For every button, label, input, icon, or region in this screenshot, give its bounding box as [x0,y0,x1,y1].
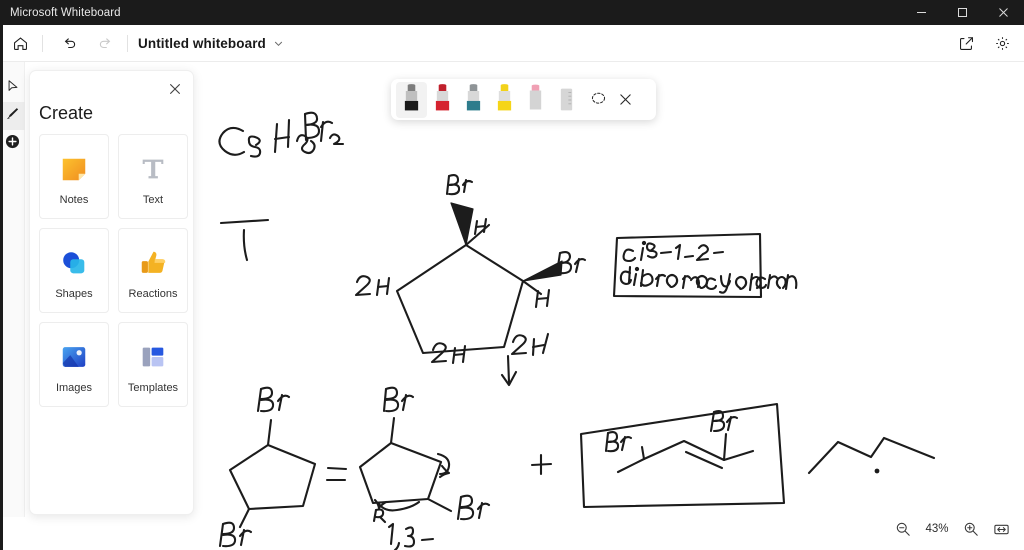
select-tool-button[interactable] [0,74,25,102]
zoom-out-icon[interactable] [888,515,918,543]
gear-icon[interactable] [986,27,1018,59]
close-icon[interactable] [165,79,185,99]
pen-tool-button[interactable] [0,102,25,130]
window-left-edge [0,25,3,550]
create-card-label: Templates [127,382,179,394]
close-icon[interactable] [612,86,639,113]
pen-icon [5,106,20,126]
create-card-shapes[interactable]: Shapes [39,228,109,313]
pen-toolbar [391,79,656,120]
create-card-notes[interactable]: Notes [39,134,109,219]
sticky-note-icon [59,147,89,191]
share-icon[interactable] [950,27,982,59]
close-button[interactable] [983,0,1024,25]
main-toolbar: Untitled whiteboard [0,25,1024,62]
tool-rail [0,62,25,517]
text-T-icon [138,147,168,191]
teal-pen-button[interactable] [458,82,489,118]
whiteboard-app: Microsoft Whiteboard Untitled whiteboard… [0,0,1024,550]
image-icon [59,335,89,379]
red-pen-button[interactable] [427,82,458,118]
toolbar-right-group [946,27,1018,59]
undo-icon[interactable] [53,27,85,59]
add-tool-button[interactable] [0,130,25,158]
plus-circle-icon [5,134,20,154]
create-card-grid: Notes Text Shapes Reactions Images Templ… [30,134,193,407]
create-panel: Create Notes Text Shapes Reactions Image… [29,70,194,515]
create-card-reactions[interactable]: Reactions [118,228,188,313]
create-card-label: Images [55,382,93,394]
zoom-percentage[interactable]: 43% [918,523,956,535]
create-card-text[interactable]: Text [118,134,188,219]
templates-icon [138,335,168,379]
title-bar: Microsoft Whiteboard [0,0,1024,25]
window-controls [901,0,1024,25]
shapes-icon [59,241,89,285]
zoom-in-icon[interactable] [956,515,986,543]
eraser-button[interactable] [520,82,551,118]
app-title: Microsoft Whiteboard [10,6,121,19]
create-card-templates[interactable]: Templates [118,322,188,407]
whiteboard-title[interactable]: Untitled whiteboard [138,36,266,51]
create-card-label: Reactions [128,288,178,300]
fit-to-screen-icon[interactable] [986,515,1016,543]
minimize-button[interactable] [901,0,942,25]
toolbar-divider-2 [127,34,128,52]
create-card-label: Notes [59,194,89,206]
black-pen-button[interactable] [396,81,427,118]
redo-icon[interactable] [89,27,121,59]
home-icon[interactable] [4,27,36,59]
ruler-button[interactable] [551,82,582,118]
zoom-controls: 43% [888,514,1016,544]
thumbs-up-icon [138,241,168,285]
yellow-highlighter-button[interactable] [489,82,520,118]
create-card-label: Text [142,194,164,206]
toolbar-divider [42,34,43,52]
chevron-down-icon[interactable] [273,38,284,49]
create-card-label: Shapes [55,288,93,300]
create-card-images[interactable]: Images [39,322,109,407]
lasso-select-icon[interactable] [585,86,612,113]
maximize-button[interactable] [942,0,983,25]
cursor-icon [6,79,20,98]
